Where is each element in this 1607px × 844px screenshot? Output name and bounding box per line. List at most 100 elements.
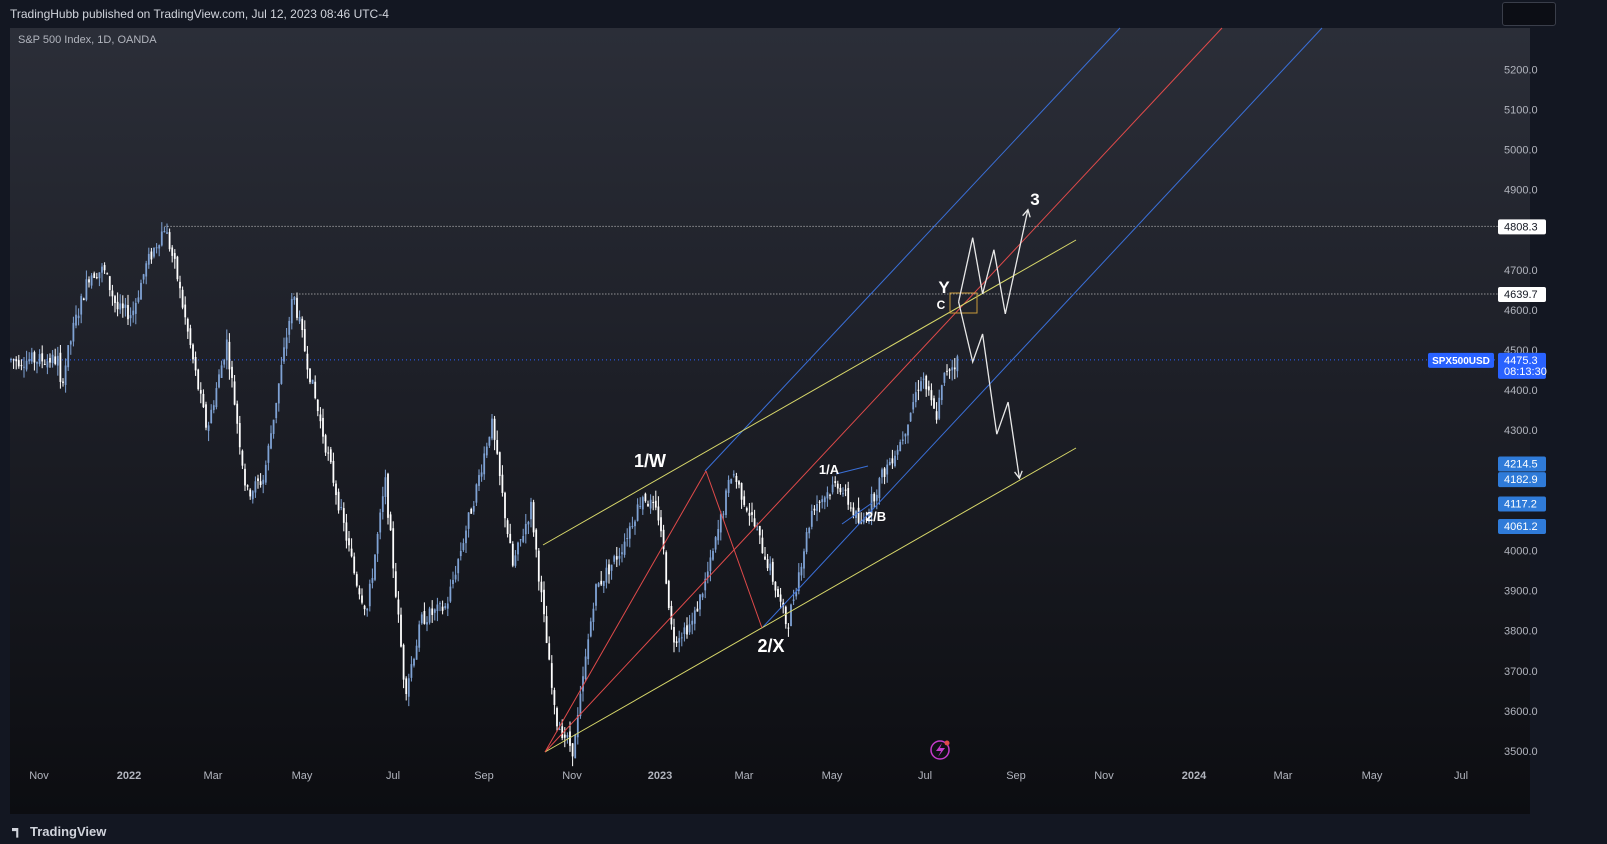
chart-canvas[interactable]: 1/W 2/X 1/A 2/B YC 3 Nov 2022 Mar May Jul Sep Nov 20… <box>0 0 1607 844</box>
candle-body <box>171 247 174 256</box>
candle-body <box>909 412 912 422</box>
candle-body <box>355 574 358 586</box>
axis-settings-box[interactable] <box>1502 2 1556 26</box>
candle-body <box>774 581 777 591</box>
candle-body <box>589 621 592 637</box>
candle-body <box>223 359 226 365</box>
candle-body <box>652 501 655 503</box>
candle-body <box>670 606 673 625</box>
candle-body <box>553 690 556 705</box>
candle-body <box>511 543 514 566</box>
wave-line-1a <box>835 465 869 475</box>
candle-body <box>491 418 493 439</box>
candle-body <box>712 551 714 560</box>
candle-body <box>813 508 816 511</box>
candle-body <box>933 398 935 409</box>
candle-body <box>28 359 31 362</box>
candle-body <box>467 512 470 529</box>
candle-body <box>397 599 400 615</box>
candle-body <box>246 485 249 487</box>
candle-body <box>77 315 80 319</box>
candle-body <box>735 475 738 482</box>
candle-body <box>272 419 275 434</box>
candle-body <box>103 265 106 271</box>
candle-body <box>605 567 608 583</box>
candle-body <box>886 464 889 475</box>
candle-body <box>657 506 660 521</box>
price-tag-value: 4214.5 <box>1504 458 1538 470</box>
candle-body <box>543 589 545 615</box>
candle-body <box>678 638 681 643</box>
candle-body <box>207 425 210 431</box>
candle-body <box>545 616 548 643</box>
candle-body <box>145 263 148 277</box>
candle-body <box>574 734 577 759</box>
candle-body <box>771 561 774 582</box>
candle-body <box>38 354 41 365</box>
candle-body <box>899 441 902 452</box>
symbol-label: S&P 500 Index, 1D, OANDA <box>18 34 157 46</box>
candle-body <box>748 512 751 516</box>
candle-body <box>475 484 478 503</box>
candle-body <box>597 583 600 587</box>
candle-body <box>920 381 922 391</box>
candle-body <box>181 289 184 308</box>
candle-body <box>857 507 860 523</box>
candle-body <box>660 517 662 532</box>
candle-body <box>740 483 743 500</box>
candle-body <box>509 533 512 544</box>
candle-body <box>51 354 54 364</box>
candle-body <box>875 494 878 501</box>
footer: TradingView <box>0 814 1607 844</box>
candle-body <box>808 527 811 534</box>
candle-body <box>275 403 278 419</box>
y-tick-label: 4700.0 <box>1504 265 1538 277</box>
candle-body <box>561 726 564 739</box>
candle-body <box>506 520 509 534</box>
candle-body <box>244 468 246 486</box>
candle-body <box>280 364 283 384</box>
candle-body <box>363 605 366 610</box>
candle-body <box>904 433 907 437</box>
candle-body <box>348 538 350 546</box>
x-tick-label: Jul <box>386 770 400 782</box>
price-axis-labels: 5200.05100.05000.04900.04700.04600.04500… <box>1504 64 1538 758</box>
candle-body <box>192 344 194 360</box>
wave-line-1 <box>544 470 707 753</box>
price-candles <box>10 222 959 767</box>
candle-body <box>205 404 207 428</box>
candle-body <box>176 256 179 280</box>
lightning-icon-dot <box>944 740 950 746</box>
candle-body <box>779 594 782 602</box>
candle-body <box>493 418 496 440</box>
candle-body <box>85 279 88 300</box>
candle-body <box>940 385 943 401</box>
candle-body <box>283 347 285 362</box>
candle-body <box>803 551 805 569</box>
candle-body <box>218 374 220 388</box>
y-tick-label: 4900.0 <box>1504 185 1538 197</box>
candle-body <box>587 639 590 660</box>
candle-body <box>790 604 792 627</box>
candle-body <box>519 539 522 541</box>
candle-body <box>168 232 171 250</box>
y-tick-label: 4000.0 <box>1504 546 1538 558</box>
candle-body <box>623 541 626 555</box>
candle-body <box>194 357 197 371</box>
candle-body <box>41 353 44 362</box>
candle-body <box>30 352 33 362</box>
tradingview-logo[interactable]: TradingView <box>12 824 106 839</box>
candle-body <box>644 493 647 502</box>
candle-body <box>173 253 176 259</box>
candle-body <box>470 509 473 514</box>
candle-body <box>566 734 569 738</box>
candle-body <box>163 231 166 233</box>
candle-body <box>444 606 447 609</box>
candle-body <box>337 491 340 511</box>
candle-body <box>56 355 59 366</box>
candle-body <box>527 521 530 525</box>
y-tick-label: 5200.0 <box>1504 64 1538 76</box>
candle-body <box>626 537 629 539</box>
candle-body <box>883 468 886 477</box>
candle-body <box>558 729 561 731</box>
